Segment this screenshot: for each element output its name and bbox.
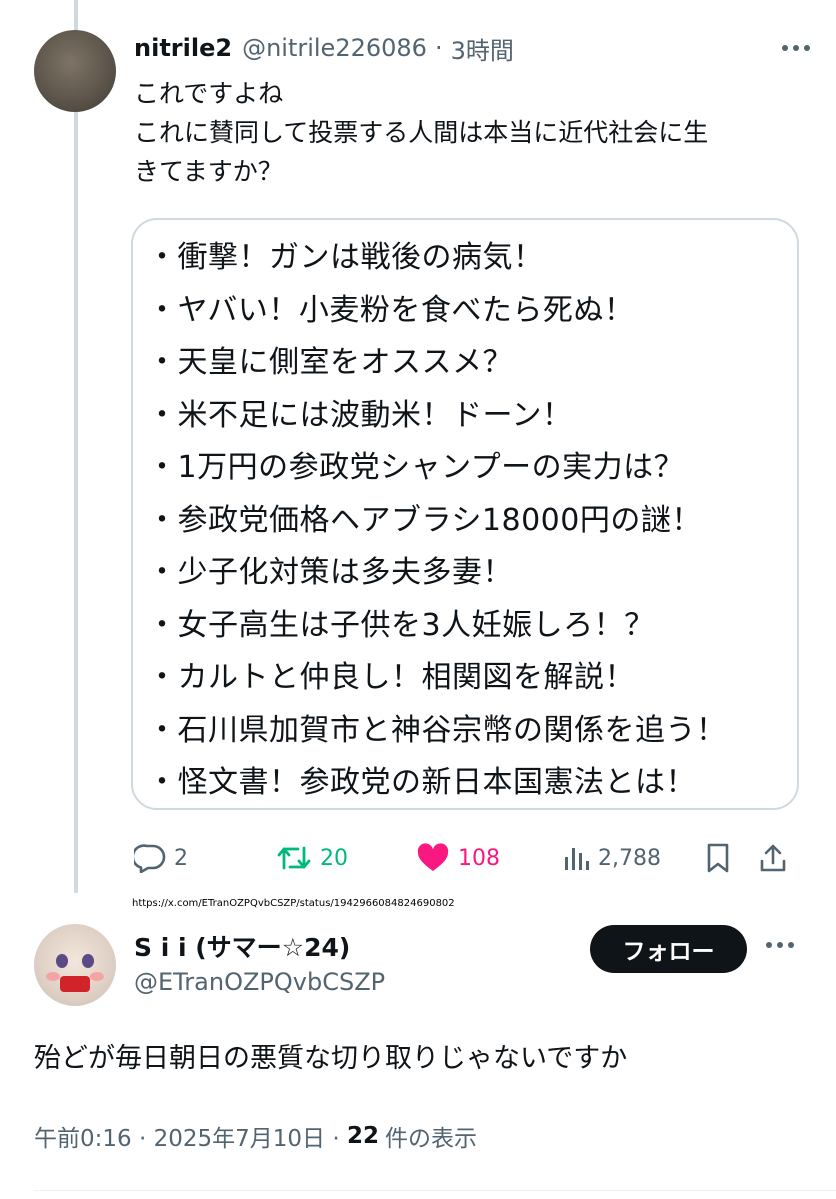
avatar-bow bbox=[60, 976, 90, 992]
tweet-meta: 午前0:16 · 2025年7月10日 · 22 件の表示 bbox=[34, 1119, 477, 1153]
views-label: 件の表示 bbox=[384, 1126, 477, 1152]
reply-tweet-header: nitrile2 @nitrile226086 · 3時間 bbox=[134, 30, 816, 66]
list-item: 衝撃！ガンは戦後の病気！ bbox=[147, 232, 797, 285]
retweet-icon bbox=[277, 846, 311, 870]
thread-line bbox=[74, 0, 78, 893]
views-icon bbox=[565, 848, 589, 870]
url-caption: https://x.com/ETranOZPQvbCSZP/status/194… bbox=[132, 898, 455, 909]
divider bbox=[34, 1190, 836, 1191]
timestamp[interactable]: 3時間 bbox=[451, 31, 514, 66]
follow-button[interactable]: フォロー bbox=[590, 925, 747, 973]
more-icon[interactable] bbox=[776, 39, 816, 57]
list-item: 女子高生は子供を3人妊娠しろ！？ bbox=[147, 600, 797, 653]
reply-icon bbox=[134, 844, 166, 873]
list-item: 石川県加賀市と神谷宗幣の関係を追う！ bbox=[147, 705, 797, 758]
avatar-cheek bbox=[90, 972, 104, 981]
like-count: 108 bbox=[458, 845, 500, 871]
reply-count: 2 bbox=[174, 845, 188, 871]
author-name[interactable]: nitrile2 bbox=[134, 34, 232, 62]
avatar[interactable] bbox=[34, 30, 116, 112]
tweet-text: これですよね これに賛同して投票する人間は本当に近代社会に生 きてますか？ bbox=[134, 79, 709, 186]
share-icon bbox=[760, 844, 786, 872]
list-item: 天皇に側室をオススメ？ bbox=[147, 337, 797, 390]
avatar[interactable] bbox=[34, 924, 116, 1006]
bookmark-icon bbox=[707, 843, 729, 873]
tweet-text: 殆どが毎日朝日の悪質な切り取りじゃないですか bbox=[34, 1043, 628, 1074]
tweet-timestamp[interactable]: 午前0:16 · 2025年7月10日 · bbox=[34, 1119, 347, 1153]
like-button[interactable]: 108 bbox=[416, 843, 562, 873]
retweet-count: 20 bbox=[320, 845, 348, 871]
action-bar: 2 20 108 2,788 bbox=[134, 836, 804, 880]
views-count[interactable]: 22 bbox=[347, 1123, 379, 1149]
views-button[interactable]: 2,788 bbox=[562, 844, 704, 872]
list-item: 1万円の参政党シャンプーの実力は？ bbox=[147, 442, 797, 495]
list-item: 参政党価格ヘアブラシ18000円の謎！ bbox=[147, 495, 797, 548]
author-handle[interactable]: @nitrile226086 bbox=[242, 34, 427, 62]
avatar-cheek bbox=[46, 972, 60, 981]
separator: · bbox=[434, 34, 443, 62]
retweet-button[interactable]: 20 bbox=[276, 844, 416, 872]
avatar-eye bbox=[82, 954, 94, 968]
quoted-text-image[interactable]: 衝撃！ガンは戦後の病気！ ヤバい！小麦粉を食べたら死ぬ！ 天皇に側室をオススメ？… bbox=[131, 218, 799, 810]
reply-button[interactable]: 2 bbox=[134, 843, 276, 873]
heart-icon bbox=[417, 843, 449, 871]
author-handle[interactable]: @ETranOZPQvbCSZP bbox=[134, 968, 385, 996]
quoted-list: 衝撃！ガンは戦後の病気！ ヤバい！小麦粉を食べたら死ぬ！ 天皇に側室をオススメ？… bbox=[133, 220, 797, 810]
avatar-eye bbox=[56, 954, 68, 968]
author-name[interactable]: S i i (サマー☆24) bbox=[134, 928, 350, 964]
more-icon[interactable] bbox=[760, 936, 800, 954]
list-item: ヤバい！小麦粉を食べたら死ぬ！ bbox=[147, 285, 797, 338]
bookmark-button[interactable] bbox=[704, 842, 758, 874]
share-button[interactable] bbox=[758, 842, 788, 874]
list-item: 怪文書！参政党の新日本国憲法とは！ bbox=[147, 757, 797, 810]
list-item: 米不足には波動米！ドーン！ bbox=[147, 390, 797, 443]
views-count: 2,788 bbox=[598, 845, 661, 871]
list-item: 少子化対策は多夫多妻！ bbox=[147, 547, 797, 600]
list-item: カルトと仲良し！相関図を解説！ bbox=[147, 652, 797, 705]
